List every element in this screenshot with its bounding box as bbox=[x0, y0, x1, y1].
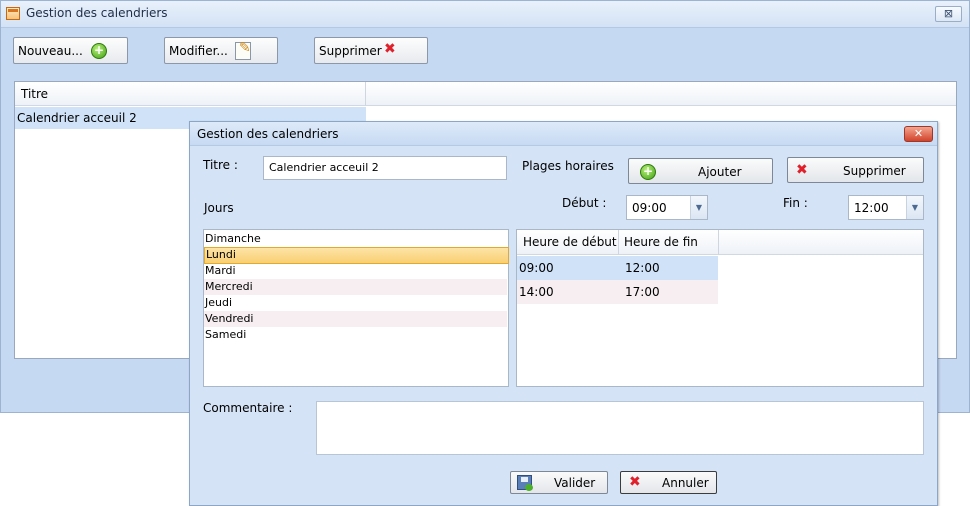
main-close-button[interactable]: ⊠ bbox=[935, 6, 962, 22]
slot-start: 14:00 bbox=[519, 285, 554, 299]
edit-pencil-icon bbox=[235, 40, 251, 60]
jours-label: Jours bbox=[204, 201, 234, 215]
main-titlebar: Gestion des calendriers ⊠ bbox=[1, 1, 969, 28]
save-disk-icon bbox=[517, 475, 533, 491]
list-item[interactable]: Mercredi bbox=[204, 279, 507, 295]
cancel-button[interactable]: ✖ Annuler bbox=[620, 471, 717, 494]
list-item[interactable]: Vendredi bbox=[204, 311, 507, 327]
list-item[interactable]: Mardi bbox=[204, 263, 507, 279]
new-button[interactable]: Nouveau... + bbox=[13, 37, 128, 64]
comment-label: Commentaire : bbox=[203, 401, 293, 415]
time-slots-grid[interactable]: Heure de début Heure de fin 09:00 12:00 … bbox=[516, 229, 924, 387]
plages-label: Plages horaires bbox=[522, 159, 614, 173]
comment-textarea[interactable] bbox=[316, 401, 924, 455]
edit-button[interactable]: Modifier... bbox=[164, 37, 278, 64]
delete-x-icon: ✖ bbox=[384, 41, 396, 57]
list-item[interactable]: Dimanche bbox=[204, 231, 507, 247]
table-row[interactable]: 14:00 17:00 bbox=[517, 280, 718, 304]
dialog-title: Gestion des calendriers bbox=[197, 127, 339, 141]
validate-button[interactable]: Valider bbox=[510, 471, 608, 494]
add-icon: + bbox=[91, 43, 107, 59]
chevron-down-icon[interactable]: ▼ bbox=[906, 196, 923, 219]
list-item[interactable]: Jeudi bbox=[204, 295, 507, 311]
cancel-label: Annuler bbox=[662, 476, 709, 490]
debut-label: Début : bbox=[562, 196, 607, 210]
fin-select-value: 12:00 bbox=[854, 201, 889, 215]
delete-x-icon: ✖ bbox=[629, 474, 641, 490]
delete-button[interactable]: Supprimer ✖ bbox=[314, 37, 428, 64]
table-row[interactable]: 09:00 12:00 bbox=[517, 256, 718, 280]
calendar-dialog: Gestion des calendriers ✕ Titre : Calend… bbox=[189, 121, 938, 506]
add-icon: + bbox=[640, 164, 656, 180]
main-window-title: Gestion des calendriers bbox=[26, 6, 168, 20]
debut-select[interactable]: 09:00 ▼ bbox=[626, 195, 708, 220]
edit-button-label: Modifier... bbox=[169, 44, 228, 58]
fin-label: Fin : bbox=[783, 196, 808, 210]
validate-label: Valider bbox=[554, 476, 596, 490]
slot-start: 09:00 bbox=[519, 261, 554, 275]
title-label: Titre : bbox=[203, 158, 238, 172]
add-slot-button[interactable]: + Ajouter bbox=[628, 158, 773, 184]
title-input[interactable]: Calendrier acceuil 2 bbox=[263, 156, 507, 180]
slots-header: Heure de début Heure de fin bbox=[517, 230, 923, 255]
grid-header: Titre bbox=[15, 82, 956, 106]
slot-end: 12:00 bbox=[625, 261, 660, 275]
delete-x-icon: ✖ bbox=[796, 162, 808, 178]
dialog-close-button[interactable]: ✕ bbox=[904, 126, 933, 142]
fin-select[interactable]: 12:00 ▼ bbox=[848, 195, 924, 220]
add-slot-label: Ajouter bbox=[698, 165, 742, 179]
column-header-titre[interactable]: Titre bbox=[15, 82, 366, 106]
slot-end: 17:00 bbox=[625, 285, 660, 299]
calendar-app-icon bbox=[6, 7, 20, 20]
remove-slot-button[interactable]: ✖ Supprimer bbox=[787, 157, 924, 183]
new-button-label: Nouveau... bbox=[18, 44, 83, 58]
dialog-titlebar: Gestion des calendriers ✕ bbox=[190, 122, 937, 146]
debut-select-value: 09:00 bbox=[632, 201, 667, 215]
delete-button-label: Supprimer bbox=[319, 44, 382, 58]
remove-slot-label: Supprimer bbox=[843, 164, 906, 178]
title-input-value: Calendrier acceuil 2 bbox=[269, 161, 379, 174]
days-list[interactable]: Dimanche Lundi Mardi Mercredi Jeudi Vend… bbox=[203, 229, 509, 387]
column-header-start[interactable]: Heure de début bbox=[517, 230, 619, 255]
column-header-end[interactable]: Heure de fin bbox=[618, 230, 719, 255]
list-item[interactable]: Samedi bbox=[204, 327, 507, 343]
chevron-down-icon[interactable]: ▼ bbox=[690, 196, 707, 219]
list-item-selected[interactable]: Lundi bbox=[204, 247, 509, 264]
